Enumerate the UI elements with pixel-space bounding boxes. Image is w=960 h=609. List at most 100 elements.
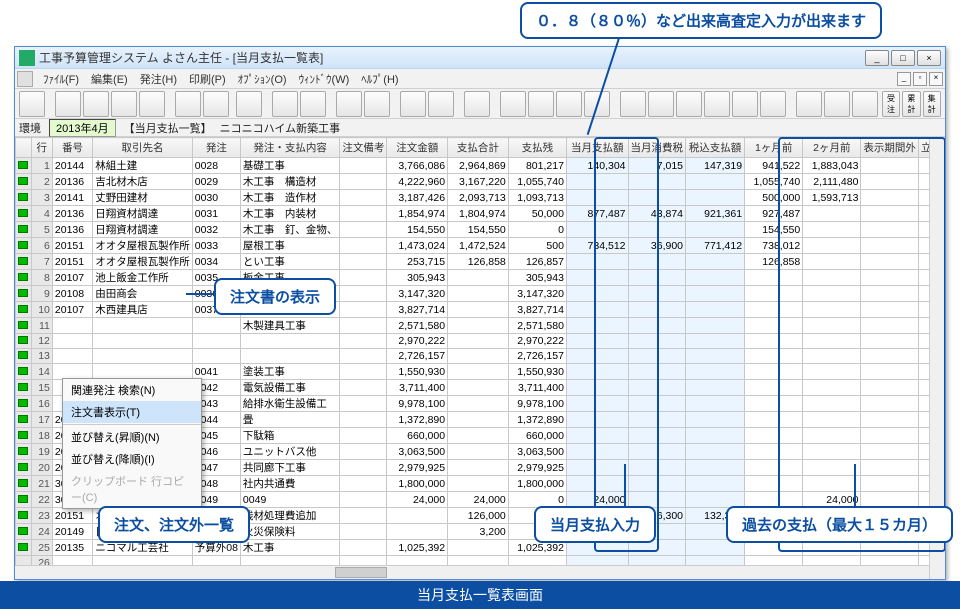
- cell[interactable]: [686, 222, 745, 238]
- cell[interactable]: [686, 444, 745, 460]
- cell[interactable]: 7,015: [628, 158, 686, 174]
- toolbar-button[interactable]: [400, 91, 426, 117]
- cell[interactable]: [628, 286, 686, 302]
- col-header[interactable]: 支払残: [508, 138, 566, 158]
- col-header[interactable]: 2ヶ月前: [803, 138, 861, 158]
- col-header[interactable]: 表示期間外: [861, 138, 919, 158]
- table-row[interactable]: 420136日翔資材調達0031木工事 内装材1,854,9741,804,97…: [16, 206, 945, 222]
- toolbar-jyuchu[interactable]: 受注: [882, 91, 900, 117]
- cell[interactable]: [686, 334, 745, 349]
- toolbar-button[interactable]: [824, 91, 850, 117]
- close-button[interactable]: ×: [917, 50, 941, 66]
- context-menu[interactable]: 関連発注 検索(N)注文書表示(T)並び替え(昇順)(N)並び替え(降順)(I)…: [62, 378, 202, 509]
- table-row[interactable]: 820107池上飯金工作所0035板金工事305,943305,943: [16, 270, 945, 286]
- current-pay-cell[interactable]: [566, 302, 628, 318]
- toolbar-button[interactable]: [55, 91, 81, 117]
- toolbar-button[interactable]: [500, 91, 526, 117]
- table-row[interactable]: 520136日翔資材調達0032木工事 釘、金物、154,550154,5500…: [16, 222, 945, 238]
- cell[interactable]: [628, 302, 686, 318]
- current-pay-cell[interactable]: [566, 222, 628, 238]
- toolbar-button[interactable]: [796, 91, 822, 117]
- toolbar-button[interactable]: [732, 91, 758, 117]
- context-period[interactable]: 2013年4月: [49, 119, 116, 137]
- cell[interactable]: [628, 428, 686, 444]
- mdi-min[interactable]: _: [897, 72, 911, 86]
- cell[interactable]: [686, 190, 745, 206]
- cell[interactable]: [686, 349, 745, 364]
- cell[interactable]: 771,412: [686, 238, 745, 254]
- menu-1[interactable]: 編集(E): [85, 69, 134, 89]
- toolbar-button[interactable]: [272, 91, 298, 117]
- col-header[interactable]: 注文金額: [387, 138, 448, 158]
- current-pay-cell[interactable]: [566, 349, 628, 364]
- cell[interactable]: [628, 190, 686, 206]
- table-row[interactable]: 720151オオタ屋根瓦製作所0034とい工事253,715126,858126…: [16, 254, 945, 270]
- context-menu-item[interactable]: 関連発注 検索(N): [63, 379, 201, 401]
- toolbar-button[interactable]: [83, 91, 109, 117]
- cell[interactable]: [686, 380, 745, 396]
- current-pay-cell[interactable]: [566, 254, 628, 270]
- menu-2[interactable]: 発注(H): [134, 69, 183, 89]
- menu-4[interactable]: ｵﾌﾟｼｮﾝ(O): [232, 69, 293, 89]
- toolbar-button[interactable]: [111, 91, 137, 117]
- table-row[interactable]: 620151オオタ屋根瓦製作所0033屋根工事1,473,0241,472,52…: [16, 238, 945, 254]
- current-pay-cell[interactable]: [566, 270, 628, 286]
- current-pay-cell[interactable]: 877,487: [566, 206, 628, 222]
- col-header[interactable]: 行: [31, 138, 52, 158]
- col-header[interactable]: 番号: [52, 138, 92, 158]
- table-row[interactable]: 11木製建具工事2,571,5802,571,580: [16, 318, 945, 334]
- table-row[interactable]: 920108由田商会0036金属工事3,147,3203,147,320: [16, 286, 945, 302]
- cell[interactable]: [628, 334, 686, 349]
- cell[interactable]: [628, 476, 686, 492]
- cell[interactable]: [686, 254, 745, 270]
- table-row[interactable]: 120144林組土建0028基礎工事3,766,0862,964,869801,…: [16, 158, 945, 174]
- cell[interactable]: [686, 412, 745, 428]
- cell[interactable]: [628, 364, 686, 380]
- col-header[interactable]: 注文備考: [340, 138, 387, 158]
- col-header[interactable]: 当月消費税: [628, 138, 686, 158]
- cell[interactable]: [686, 286, 745, 302]
- current-pay-cell[interactable]: [566, 428, 628, 444]
- cell[interactable]: [628, 380, 686, 396]
- table-row[interactable]: 132,726,1572,726,157: [16, 349, 945, 364]
- maximize-button[interactable]: □: [891, 50, 915, 66]
- cell[interactable]: [686, 270, 745, 286]
- col-header[interactable]: [16, 138, 32, 158]
- toolbar-button[interactable]: [364, 91, 390, 117]
- col-header[interactable]: 発注: [192, 138, 240, 158]
- mdi-close[interactable]: ×: [929, 72, 943, 86]
- toolbar-button[interactable]: [528, 91, 554, 117]
- current-pay-cell[interactable]: [566, 476, 628, 492]
- cell[interactable]: [628, 396, 686, 412]
- cell[interactable]: [628, 349, 686, 364]
- toolbar-button[interactable]: [19, 91, 45, 117]
- menu-6[interactable]: ﾍﾙﾌﾟ(H): [355, 69, 404, 89]
- table-row[interactable]: 320141丈野田建材0030木工事 造作材3,187,4262,093,713…: [16, 190, 945, 206]
- toolbar-button[interactable]: [648, 91, 674, 117]
- current-pay-cell[interactable]: [566, 364, 628, 380]
- cell[interactable]: [628, 412, 686, 428]
- toolbar-button[interactable]: [556, 91, 582, 117]
- col-header[interactable]: 発注・支払内容: [240, 138, 340, 158]
- minimize-button[interactable]: _: [865, 50, 889, 66]
- toolbar-button[interactable]: [428, 91, 454, 117]
- cell[interactable]: [628, 460, 686, 476]
- col-header[interactable]: 1ヶ月前: [745, 138, 803, 158]
- cell[interactable]: [628, 270, 686, 286]
- current-pay-cell[interactable]: [566, 174, 628, 190]
- col-header[interactable]: 支払合計: [448, 138, 509, 158]
- table-row[interactable]: 1020107木西建具店0037金属製建具工事3,827,7143,827,71…: [16, 302, 945, 318]
- cell[interactable]: [628, 254, 686, 270]
- cell[interactable]: [686, 364, 745, 380]
- toolbar-button[interactable]: [336, 91, 362, 117]
- col-header[interactable]: 税込支払額: [686, 138, 745, 158]
- current-pay-cell[interactable]: [566, 412, 628, 428]
- horizontal-scrollbar[interactable]: [15, 565, 929, 579]
- cell[interactable]: [628, 222, 686, 238]
- context-menu-item[interactable]: 並び替え(昇順)(N): [63, 426, 201, 448]
- toolbar-button[interactable]: [203, 91, 229, 117]
- toolbar-ruikei[interactable]: 累計: [902, 91, 920, 117]
- menu-0[interactable]: ﾌｧｲﾙ(F): [37, 69, 85, 89]
- cell[interactable]: [686, 476, 745, 492]
- toolbar-button[interactable]: [676, 91, 702, 117]
